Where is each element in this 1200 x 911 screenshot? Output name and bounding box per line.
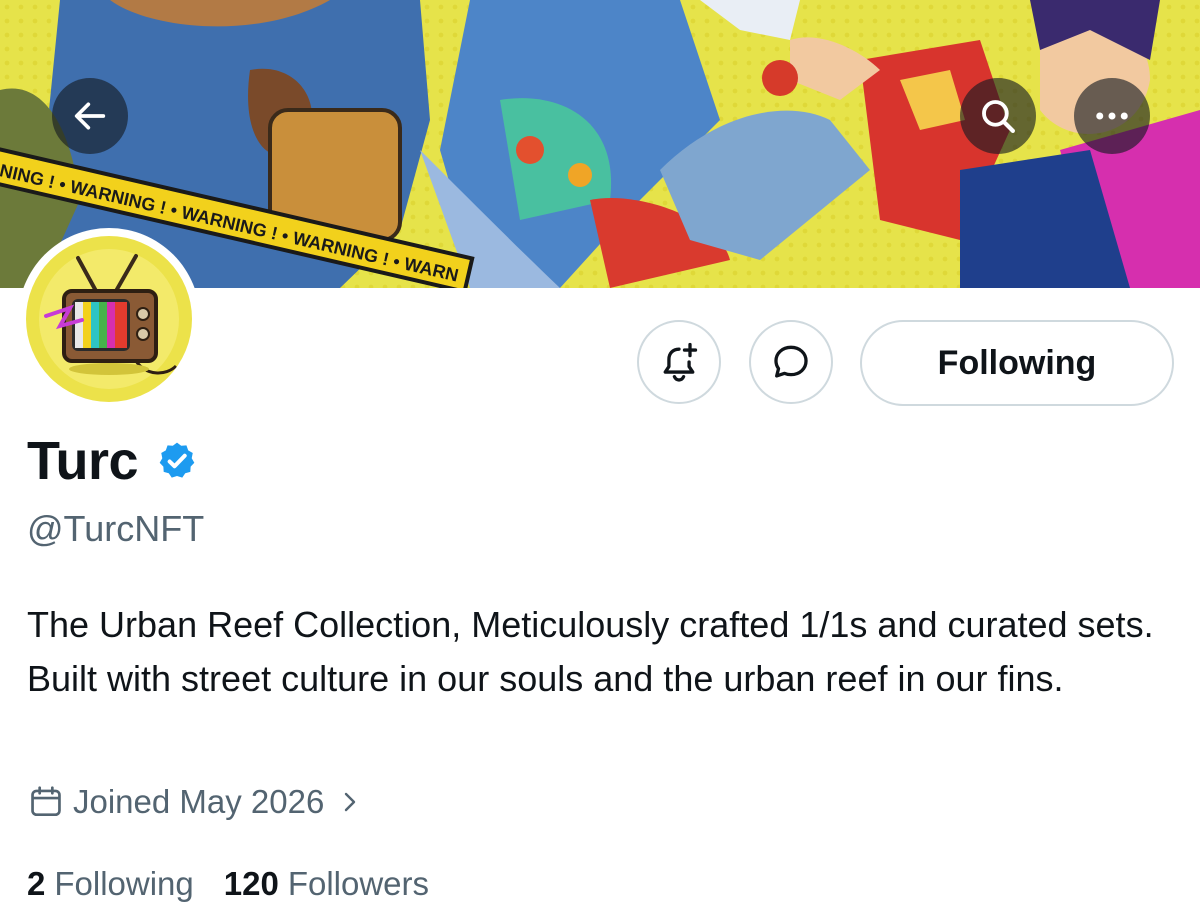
following-button[interactable]: Following bbox=[860, 320, 1174, 406]
avatar-image bbox=[26, 236, 192, 402]
search-icon bbox=[982, 100, 1015, 133]
notifications-button[interactable] bbox=[637, 320, 721, 404]
search-button[interactable] bbox=[960, 78, 1036, 154]
followers-count-link[interactable]: 120 Followers bbox=[224, 865, 429, 903]
verified-badge-icon[interactable] bbox=[156, 440, 198, 482]
follow-stats: 2 Following 120 Followers bbox=[27, 862, 459, 906]
avatar[interactable] bbox=[18, 228, 200, 410]
chevron-right-icon bbox=[345, 792, 356, 812]
profile-page: NING ! • WARNING ! • WARNING ! • WARNING… bbox=[0, 0, 1200, 911]
calendar-icon bbox=[31, 786, 61, 817]
joined-date-row[interactable]: Joined May 2026 bbox=[27, 780, 362, 824]
profile-banner[interactable]: NING ! • WARNING ! • WARNING ! • WARNING… bbox=[0, 0, 1200, 288]
more-options-button[interactable] bbox=[1074, 78, 1150, 154]
followers-count: 120 bbox=[223, 865, 279, 902]
user-handle: @TurcNFT bbox=[27, 508, 205, 549]
more-horizontal-icon bbox=[1096, 112, 1128, 120]
back-button[interactable] bbox=[52, 78, 128, 154]
following-count: 2 bbox=[27, 865, 46, 902]
name-row: Turc bbox=[27, 428, 198, 494]
profile-bio: The Urban Reef Collection, Meticulously … bbox=[27, 604, 1154, 699]
following-button-label: Following bbox=[937, 343, 1097, 382]
display-name: Turc bbox=[27, 431, 139, 491]
message-button[interactable] bbox=[749, 320, 833, 404]
bell-plus-icon bbox=[663, 342, 698, 382]
message-bubble-icon bbox=[774, 345, 808, 378]
followers-label: Followers bbox=[287, 865, 430, 902]
joined-text: Joined May 2026 bbox=[73, 783, 325, 820]
following-count-link[interactable]: 2 Following bbox=[27, 865, 194, 903]
arrow-left-icon bbox=[74, 102, 106, 130]
following-label: Following bbox=[54, 865, 194, 902]
